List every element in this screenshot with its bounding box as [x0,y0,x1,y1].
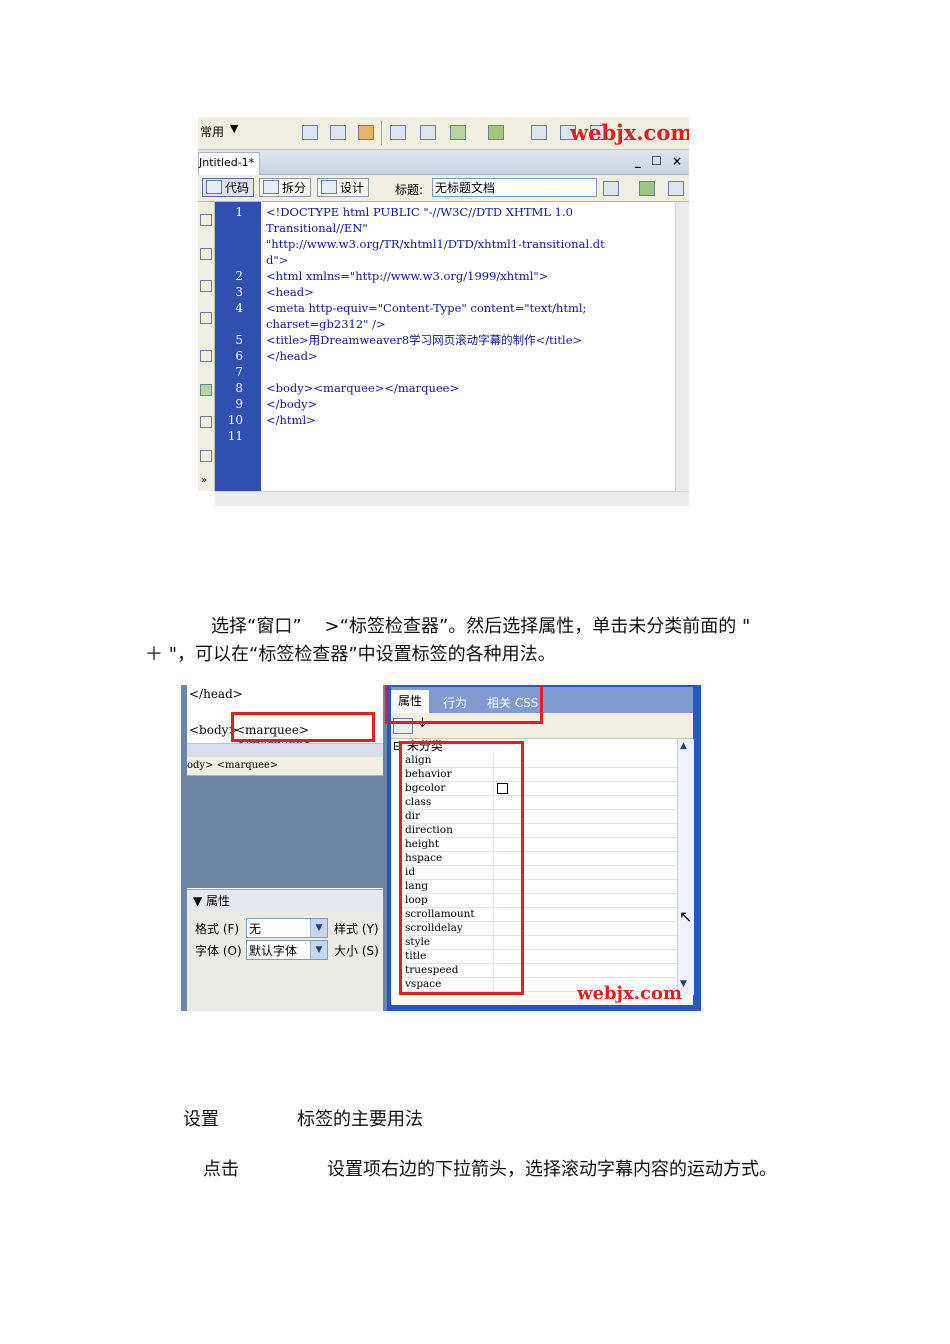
chevron-down-icon: ▼ [310,919,327,937]
hyperlink-icon[interactable] [302,125,318,140]
expand-icon[interactable] [200,280,212,292]
document-tab-title: Jntitled-1* [199,156,255,169]
split-view-icon [263,180,279,194]
line-number: 7 [235,365,243,379]
design-view-icon [321,180,337,194]
line-number: 1 [235,205,243,219]
code-line: <html xmlns="http://www.w3.org/1999/xhtm… [266,269,549,283]
image-icon[interactable] [450,125,466,140]
design-view-button[interactable]: 设计 [317,178,370,197]
code-line: </head> [266,349,318,363]
layer-icon[interactable] [420,125,436,140]
vertical-scrollbar[interactable]: ▲ ▼ [677,739,694,995]
line-number: 8 [235,381,243,395]
code-line: <!DOCTYPE html PUBLIC "-//W3C//DTD XHTML… [266,205,573,219]
properties-panel-title: ▼ 属性 [193,894,231,908]
chevron-down-icon[interactable]: ▼ [230,122,238,135]
document-view-toolbar: 代码 拆分 设计 标题: 无标题文档 [198,175,689,202]
chevron-up-icon[interactable]: ▲ [680,741,687,751]
properties-panel-header[interactable]: ▼ 属性 [187,889,383,913]
media-icon[interactable] [488,125,504,140]
code-view-icon [206,180,222,194]
line-numbers-icon[interactable] [200,384,212,396]
coding-toolbar: » [198,202,215,491]
mouse-cursor-icon: ↖ [679,907,693,926]
highlight-attribute-list [399,741,524,995]
code-line: <meta http-equiv="Content-Type" content=… [266,301,587,315]
line-number: 3 [235,285,243,299]
code-line: "http://www.w3.org/TR/xhtml1/DTD/xhtml1-… [266,237,605,251]
preview-icon[interactable] [639,181,655,196]
title-label: 标题: [395,183,424,197]
code-line: </body> [266,397,318,411]
table-icon[interactable] [390,125,406,140]
properties-panel: 格式 (F) 无 ▼ 样式 (Y) 字体 (O) 默认字体 ▼ 大小 (S) [187,912,383,1011]
code-line: <body><marquee></marquee> [266,381,460,395]
instruction-line-1: 选择“窗口” >“标签检查器”。然后选择属性，单击未分类前面的 " [211,616,751,637]
instruction-2-left: 点击 [203,1159,239,1180]
document-tab-bar: Jntitled-1* _ ☐ × [198,150,689,175]
line-number-gutter: 1 2 3 4 5 6 7 8 9 10 11 [215,202,261,491]
line-number: 2 [235,269,243,283]
highlight-invalid-icon[interactable] [200,416,212,428]
format-select[interactable]: 无 ▼ [246,918,328,938]
code-editor[interactable]: <!DOCTYPE html PUBLIC "-//W3C//DTD XHTML… [262,202,675,491]
code-line: <head> [266,285,314,299]
line-number: 10 [227,413,243,427]
document-tab[interactable]: Jntitled-1* [198,152,260,175]
empty-workspace [187,776,383,888]
section-heading-right: 标签的主要用法 [297,1109,423,1130]
code-view-button[interactable]: 代码 [202,178,255,197]
tag-selector-bar[interactable]: ody> <marquee> [187,757,383,776]
section-heading-left: 设置 [183,1109,219,1130]
more-icon[interactable]: » [201,475,207,486]
font-label: 字体 (O) [195,944,242,958]
line-number: 5 [235,333,243,347]
dreamweaver-code-view-screenshot: 常用 ▼ webjx.com Jntitled-1* _ ☐ × 代码 拆分 设… [198,117,689,511]
anchor-icon[interactable] [358,125,374,140]
watermark: webjx.com [577,983,683,1004]
toolbar-separator [381,121,382,145]
format-label: 格式 (F) [195,922,240,936]
tag-inspector-screenshot: </head> <body> <marquee></marquee> ody> … [181,685,701,1011]
code-head-line: </head> [189,687,243,701]
email-link-icon[interactable] [330,125,346,140]
tag-selector-text: ody> <marquee> [187,760,279,771]
watermark: webjx.com [570,120,689,145]
style-label: 样式 (Y) [334,922,379,936]
code-line: </html> [266,413,316,427]
code-line: d"> [266,253,289,267]
instruction-line-2: ＋ "，可以在“标签检查器”中设置标签的各种用法。 [145,644,556,665]
select-parent-tag-icon[interactable] [200,312,212,324]
toolbar-category-label[interactable]: 常用 [200,123,224,140]
file-management-icon[interactable] [603,181,619,196]
code-line: Transitional//EN" [266,221,368,235]
balance-braces-icon[interactable] [200,350,212,362]
collapse-icon[interactable] [200,248,212,260]
instruction-2-right: 设置项右边的下拉箭头，选择滚动字幕内容的运动方式。 [327,1159,777,1180]
apply-comment-icon[interactable] [200,450,212,462]
line-number: 11 [227,429,243,443]
line-number: 4 [235,301,243,315]
refresh-icon[interactable] [668,181,684,196]
size-label: 大小 (S) [334,944,379,958]
highlight-marquee-code [231,712,375,742]
open-documents-icon[interactable] [200,214,212,226]
title-input[interactable]: 无标题文档 [432,178,597,197]
horizontal-scrollbar[interactable] [215,491,689,506]
code-line: charset=gb2312" /> [266,317,386,331]
code-line: <title>用Dreamweaver8学习网页滚动字幕的制作</title> [266,333,583,347]
insert-toolbar: 常用 ▼ webjx.com [198,117,689,150]
highlight-attribute-tab [385,685,543,724]
horizontal-scrollbar[interactable] [187,743,383,757]
window-controls[interactable]: _ ☐ × [635,154,685,168]
vertical-scrollbar[interactable] [675,202,689,491]
date-icon[interactable] [531,125,547,140]
line-number: 6 [235,349,243,363]
line-number: 9 [235,397,243,411]
chevron-down-icon: ▼ [310,941,327,959]
font-select[interactable]: 默认字体 ▼ [246,940,328,960]
split-view-button[interactable]: 拆分 [259,178,312,197]
